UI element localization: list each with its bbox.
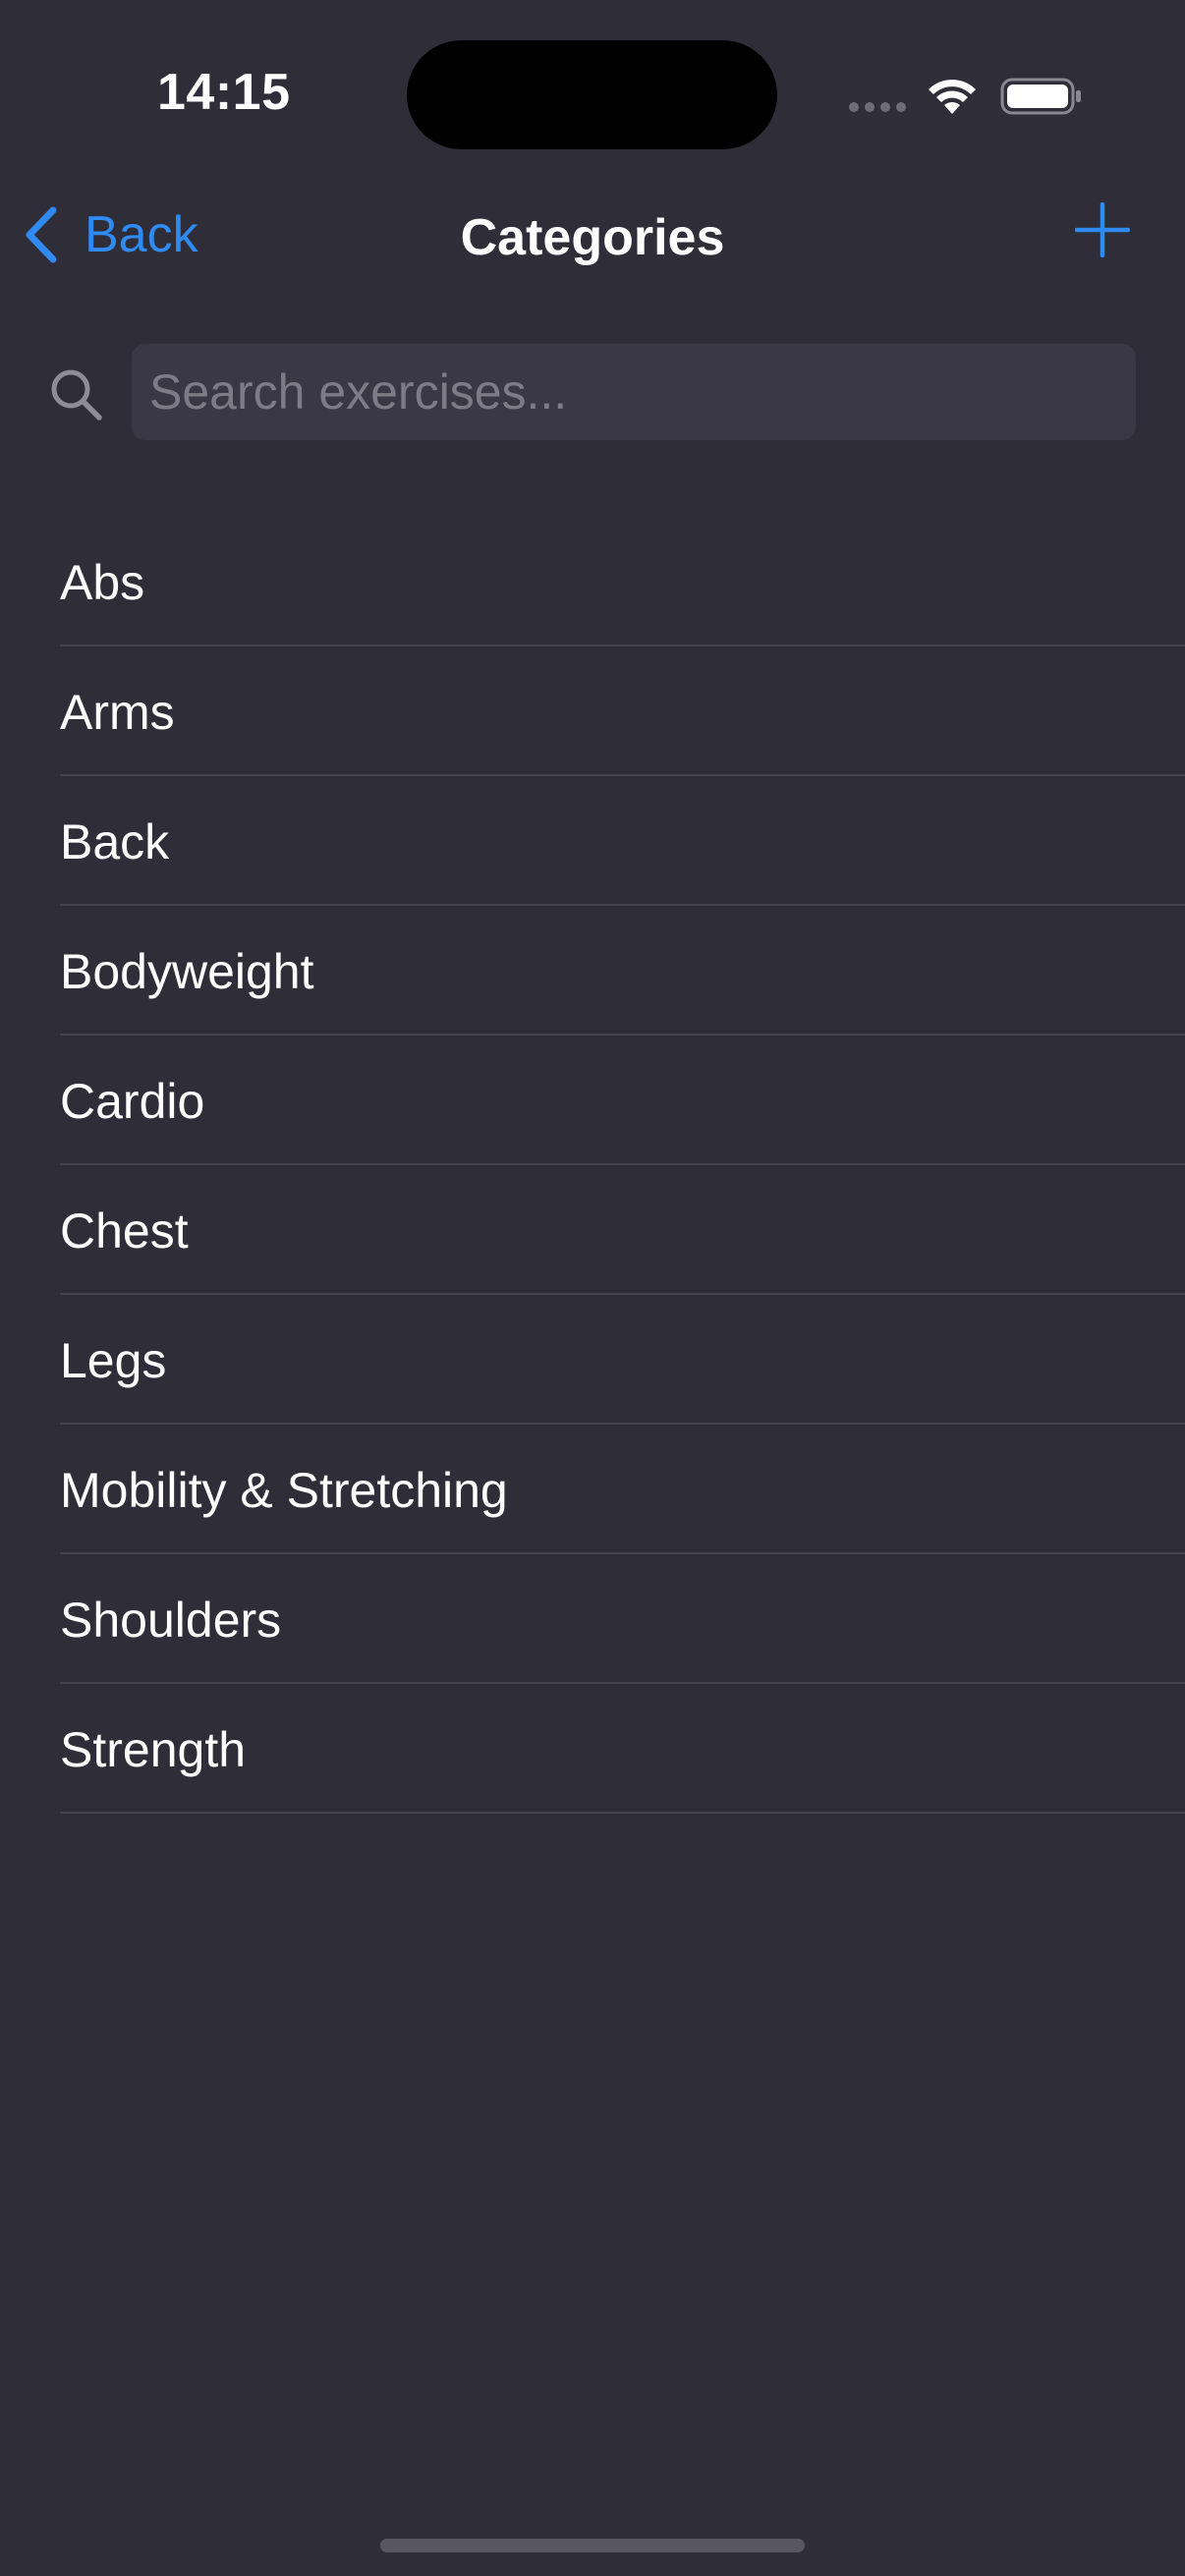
category-label: Legs [60,1333,167,1388]
category-row[interactable]: Bodyweight [0,906,1185,1036]
category-row[interactable]: Chest [0,1165,1185,1295]
category-label: Cardio [60,1074,205,1129]
category-row[interactable]: Strength [0,1684,1185,1814]
row-divider [60,1812,1185,1814]
category-row[interactable]: Shoulders [0,1554,1185,1684]
category-label: Back [60,814,170,869]
search-input[interactable] [132,344,1136,440]
category-list: Abs Arms Back Bodyweight Cardio Chest Legs Mobi… [0,517,1185,1814]
plus-icon [1075,202,1130,257]
status-time: 14:15 [157,64,291,121]
status-bar: 14:15 [0,0,1185,187]
category-label: Shoulders [60,1593,282,1648]
page-title: Categories [460,209,725,266]
category-row[interactable]: Abs [0,517,1185,646]
category-label: Mobility & Stretching [60,1463,508,1518]
home-indicator[interactable] [380,2539,805,2552]
search-icon [51,369,102,420]
navigation-bar: Back Categories [0,187,1185,285]
category-row[interactable]: Arms [0,646,1185,776]
category-label: Arms [60,685,175,740]
dynamic-island [407,40,777,149]
battery-icon [1000,78,1081,115]
category-label: Bodyweight [60,944,314,999]
category-row[interactable]: Legs [0,1295,1185,1425]
category-label: Chest [60,1204,189,1259]
category-row[interactable]: Mobility & Stretching [0,1425,1185,1554]
category-label: Abs [60,555,145,610]
category-row[interactable]: Back [0,776,1185,906]
wifi-icon [929,80,976,114]
add-category-button[interactable] [1075,202,1130,257]
category-row[interactable]: Cardio [0,1036,1185,1165]
cellular-signal-icon [849,102,908,114]
search-bar [0,342,1185,442]
category-label: Strength [60,1722,247,1777]
